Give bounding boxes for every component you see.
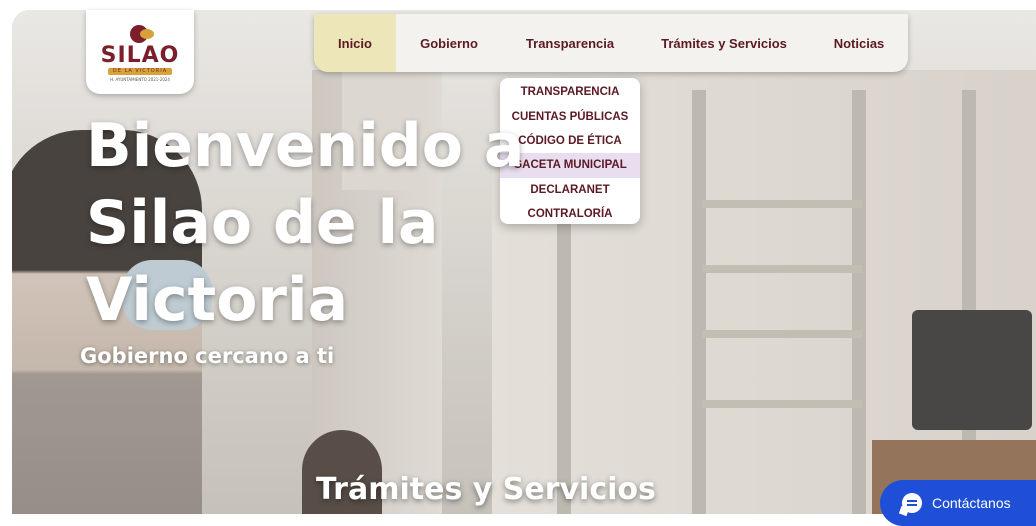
chat-icon [902, 493, 922, 513]
dropdown-item-transparencia[interactable]: TRANSPARENCIA [500, 80, 640, 104]
nav-item-noticias[interactable]: Noticias [810, 14, 908, 72]
contact-label: Contáctanos [932, 495, 1011, 511]
hero-subtitle: Gobierno cercano a ti [80, 344, 335, 368]
hero-title-line: Victoria [86, 265, 349, 335]
nav-item-transparencia[interactable]: Transparencia [502, 14, 638, 72]
logo-name: SILAO [100, 42, 180, 68]
logo-subline: H. AYUNTAMIENTO 2021-2024 [110, 76, 170, 82]
section-title: Trámites y Servicios [316, 472, 656, 507]
site-logo[interactable]: SILAO DE LA VICTORIA H. AYUNTAMIENTO 202… [86, 10, 194, 94]
main-nav: Inicio Gobierno Transparencia Trámites y… [314, 14, 908, 72]
logo-emblem-icon [120, 23, 160, 45]
nav-item-inicio[interactable]: Inicio [314, 14, 396, 72]
hero-title: Bienvenido a Silao de la Victoria [86, 108, 546, 339]
hero-title-line: Silao de la [86, 188, 439, 258]
logo-tagline: DE LA VICTORIA [108, 67, 172, 75]
nav-item-gobierno[interactable]: Gobierno [396, 14, 502, 72]
nav-item-tramites[interactable]: Trámites y Servicios [638, 14, 810, 72]
hero-title-line: Bienvenido a [86, 111, 525, 181]
contact-button[interactable]: Contáctanos [880, 480, 1036, 526]
